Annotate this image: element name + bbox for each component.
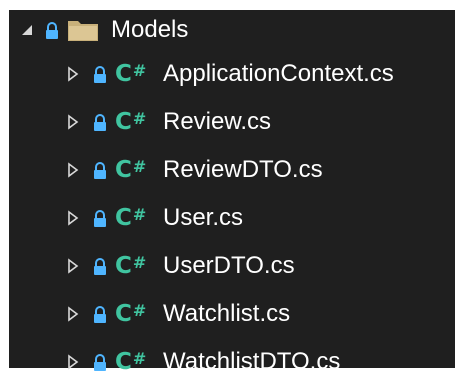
csharp-file-icon: C # — [115, 301, 147, 327]
collapsed-triangle-icon[interactable] — [63, 112, 83, 132]
expanded-triangle-icon[interactable] — [17, 20, 37, 40]
file-label: UserDTO.cs — [163, 252, 295, 279]
file-label: WatchlistDTO.cs — [163, 348, 341, 375]
lock-icon — [43, 19, 61, 41]
lock-icon — [91, 159, 109, 181]
csharp-file-icon: C # — [115, 349, 147, 375]
folder-row-models[interactable]: Models — [9, 10, 455, 50]
collapsed-triangle-icon[interactable] — [63, 160, 83, 180]
collapsed-triangle-icon[interactable] — [63, 208, 83, 228]
file-label: Review.cs — [163, 108, 272, 135]
file-row[interactable]: C # Watchlist.cs — [9, 290, 455, 338]
lock-icon — [91, 303, 109, 325]
file-row[interactable]: C # User.cs — [9, 194, 455, 242]
collapsed-triangle-icon[interactable] — [63, 304, 83, 324]
file-row[interactable]: C # WatchlistDTO.cs — [9, 338, 455, 386]
csharp-file-icon: C # — [115, 109, 147, 135]
collapsed-triangle-icon[interactable] — [63, 64, 83, 84]
lock-icon — [91, 255, 109, 277]
file-label: ApplicationContext.cs — [163, 60, 394, 87]
lock-icon — [91, 63, 109, 85]
file-row[interactable]: C # ApplicationContext.cs — [9, 50, 455, 98]
file-label: User.cs — [163, 204, 244, 231]
csharp-file-icon: C # — [115, 61, 147, 87]
file-row[interactable]: C # UserDTO.cs — [9, 242, 455, 290]
lock-icon — [91, 111, 109, 133]
collapsed-triangle-icon[interactable] — [63, 352, 83, 372]
folder-label: Models — [111, 16, 189, 43]
csharp-file-icon: C # — [115, 253, 147, 279]
csharp-file-icon: C # — [115, 157, 147, 183]
lock-icon — [91, 207, 109, 229]
file-label: ReviewDTO.cs — [163, 156, 323, 183]
file-row[interactable]: C # Review.cs — [9, 98, 455, 146]
solution-explorer-tree: Models C # ApplicationContext.cs C # Rev… — [9, 10, 455, 375]
file-row[interactable]: C # ReviewDTO.cs — [9, 146, 455, 194]
csharp-file-icon: C # — [115, 205, 147, 231]
folder-icon — [67, 18, 101, 42]
file-label: Watchlist.cs — [163, 300, 291, 327]
collapsed-triangle-icon[interactable] — [63, 256, 83, 276]
